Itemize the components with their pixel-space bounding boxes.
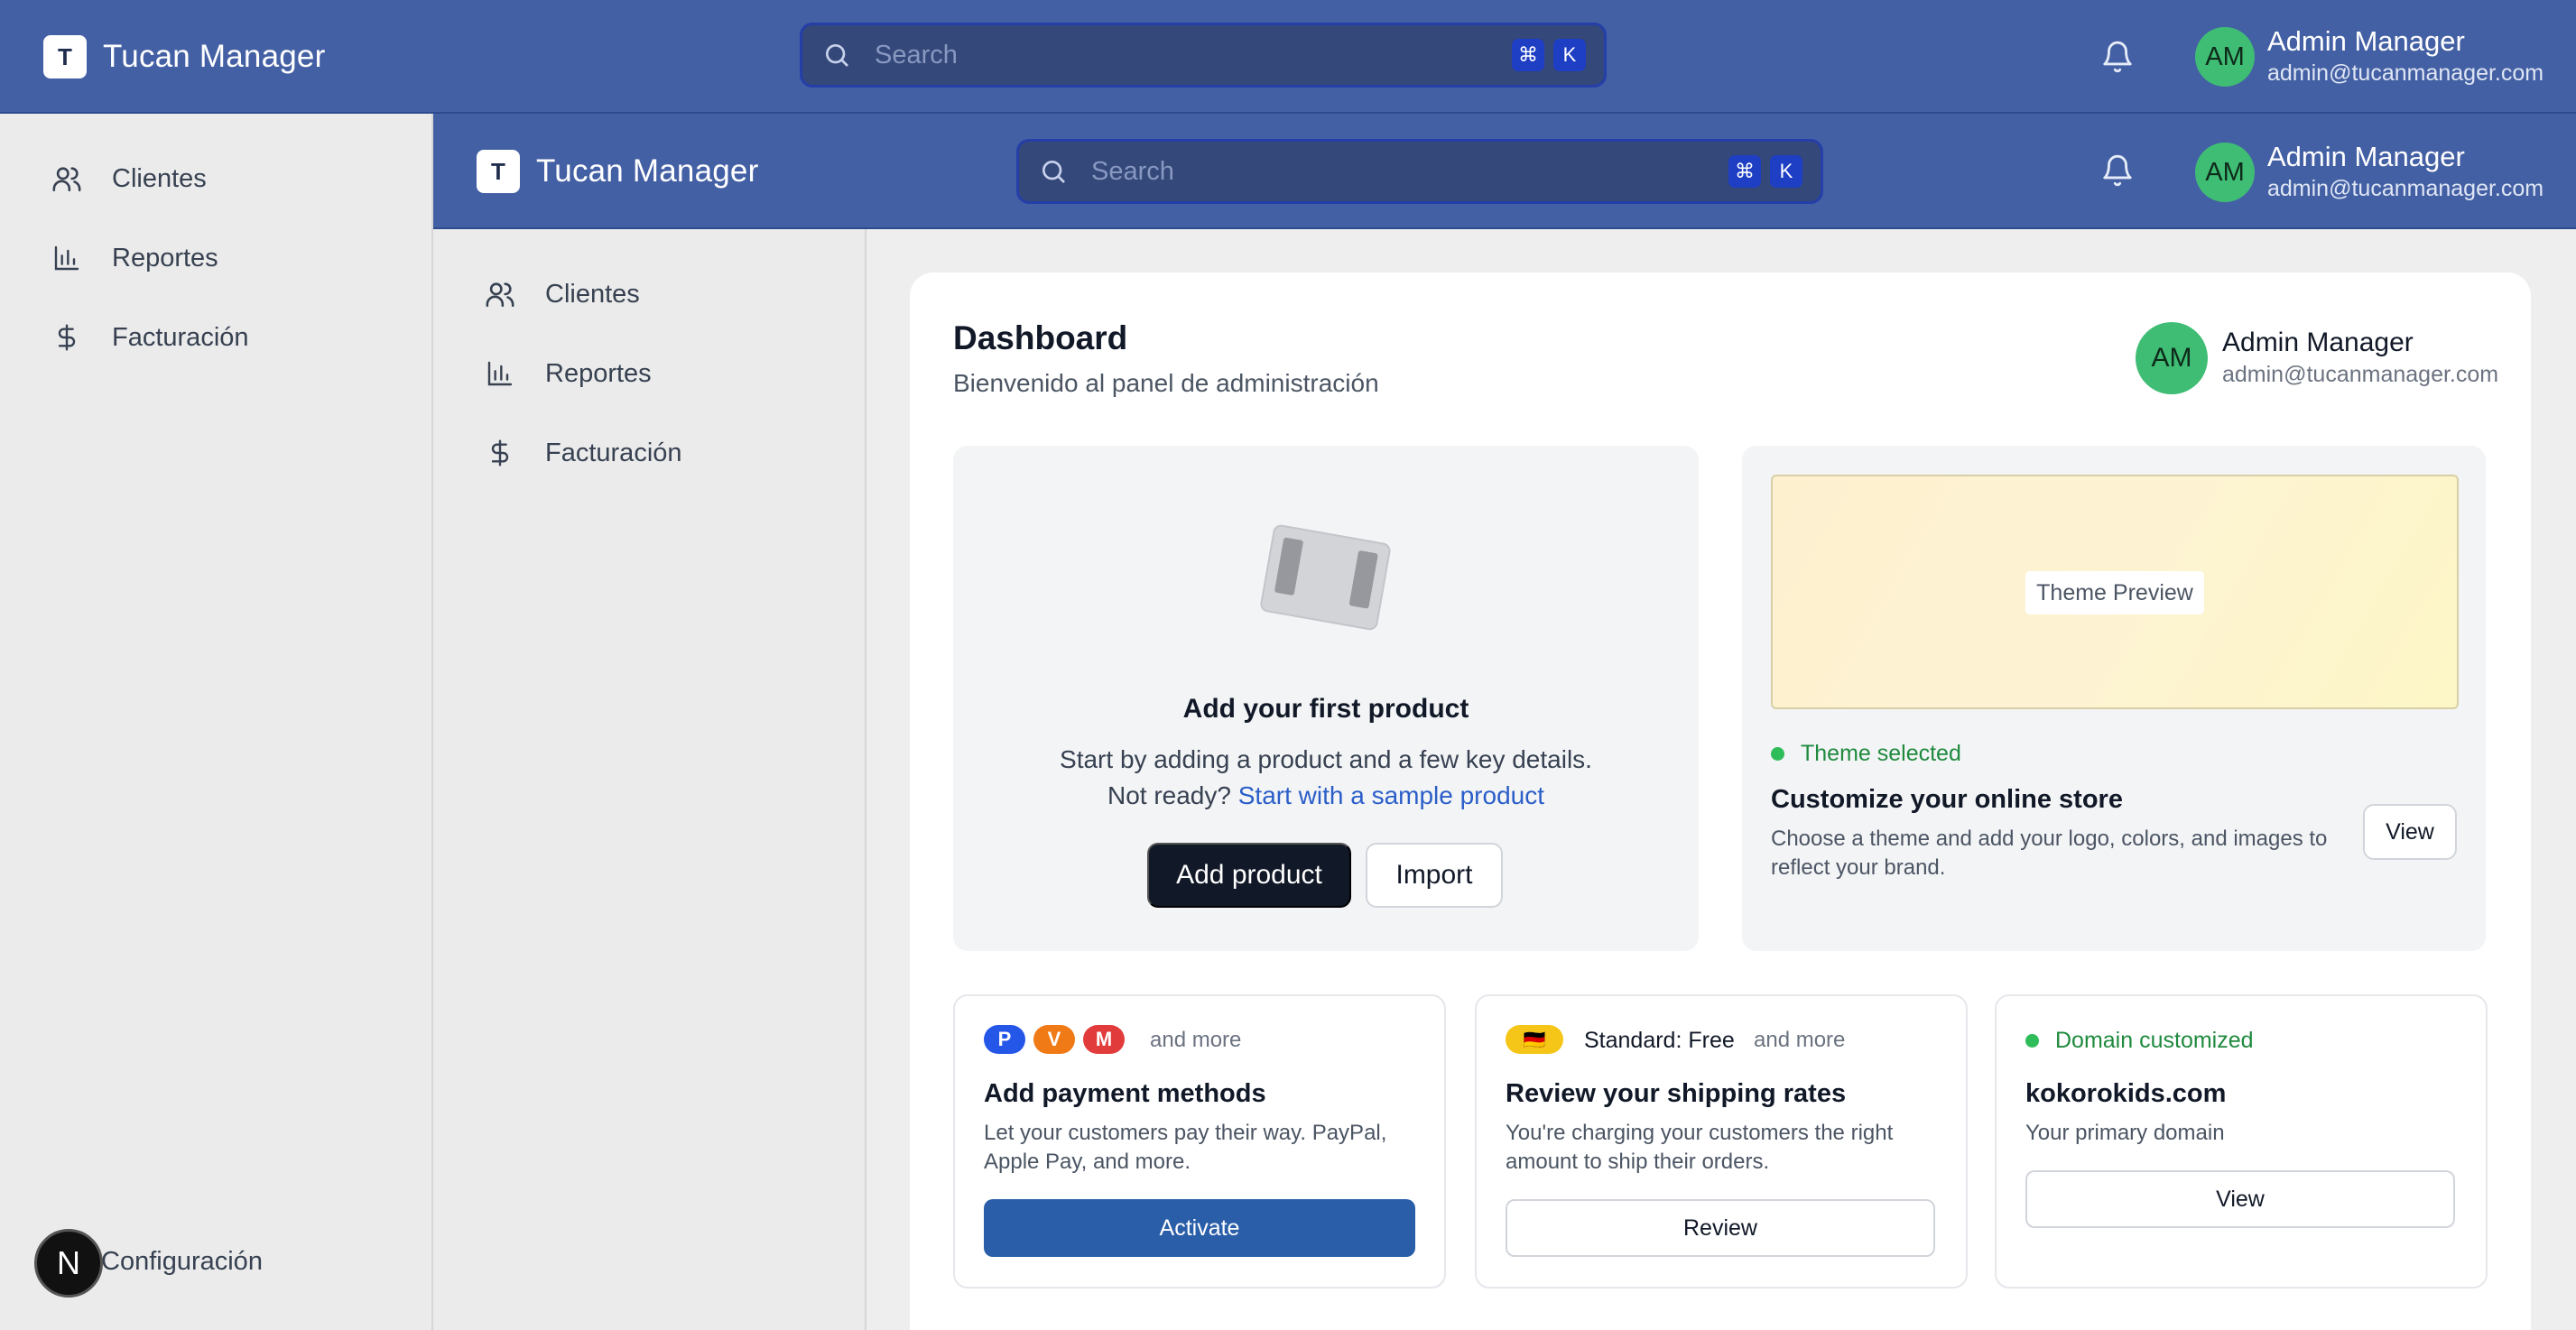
users-icon (482, 276, 518, 312)
bell-icon[interactable] (2098, 151, 2137, 190)
brand-name: Tucan Manager (536, 153, 759, 189)
search-input[interactable] (875, 40, 1503, 70)
user-menu[interactable]: AM Admin Manager admin@tucanmanager.com (2195, 25, 2544, 88)
product-box-icon (1260, 518, 1392, 636)
kbd-k-key: K (1770, 155, 1802, 188)
payment-desc: Let your customers pay their way. PayPal… (984, 1121, 1387, 1174)
avatar: AM (2136, 322, 2208, 394)
kbd-cmd-key: ⌘ (1512, 39, 1544, 71)
dashboard-user: AM Admin Manager admin@tucanmanager.com (2136, 322, 2498, 394)
paypal-badge: P (984, 1025, 1025, 1054)
users-icon (49, 161, 85, 197)
user-email: admin@tucanmanager.com (2267, 176, 2544, 201)
status-badge: Theme selected (1801, 741, 1961, 766)
brand-logo: T (43, 35, 87, 79)
payment-more: and more (1150, 1028, 1242, 1052)
sidebar-item-facturacion[interactable]: Facturación (49, 319, 249, 356)
sidebar-item-reportes[interactable]: Reportes (482, 356, 652, 392)
search-box[interactable]: ⌘ K (800, 23, 1607, 88)
avatar: AM (2195, 27, 2255, 87)
user-name: Admin Manager (2222, 328, 2414, 357)
search-input[interactable] (1091, 156, 1719, 187)
sidebar-item-label: Reportes (112, 243, 218, 272)
shipping-standard: Standard: Free (1584, 1028, 1735, 1053)
brand[interactable]: T Tucan Manager (477, 150, 758, 193)
user-menu[interactable]: AM Admin Manager admin@tucanmanager.com (2195, 141, 2544, 204)
dollar-icon (49, 319, 85, 356)
sidebar-item-configuracion[interactable]: Configuración (101, 1247, 263, 1277)
add-product-button[interactable]: Add product (1147, 843, 1351, 908)
product-desc: Start by adding a product and a few key … (1060, 745, 1592, 773)
next-dev-badge[interactable]: N (34, 1229, 103, 1298)
domain-title: kokorokids.com (2025, 1079, 2227, 1108)
theme-desc: Choose a theme and add your logo, colors… (1771, 827, 2328, 880)
domain-view-button[interactable]: View (2025, 1170, 2455, 1228)
shipping-desc: You're charging your customers the right… (1506, 1121, 1894, 1174)
sidebar-item-facturacion[interactable]: Facturación (482, 435, 682, 471)
bell-icon[interactable] (2098, 37, 2137, 77)
theme-status: Theme selected (1771, 741, 1961, 767)
payment-title: Add payment methods (984, 1079, 1266, 1108)
avatar: AM (2195, 143, 2255, 202)
theme-preview-label: Theme Preview (2025, 571, 2204, 614)
sidebar-item-clientes[interactable]: Clientes (482, 276, 640, 312)
shipping-more: and more (1754, 1028, 1846, 1052)
bar-chart-icon (482, 356, 518, 392)
brand-logo: T (477, 150, 520, 193)
domain-status: Domain customized (2025, 1028, 2254, 1054)
status-dot (1771, 747, 1784, 761)
top-header: T Tucan Manager ⌘ K AM Admin Manager adm… (0, 0, 2576, 114)
sidebar-item-label: Clientes (112, 163, 207, 193)
sidebar-item-label: Clientes (545, 279, 640, 309)
user-email: admin@tucanmanager.com (2267, 60, 2544, 86)
theme-view-button[interactable]: View (2363, 804, 2457, 860)
bar-chart-icon (49, 240, 85, 276)
brand-name: Tucan Manager (103, 39, 326, 74)
flag-badge: 🇩🇪 (1506, 1025, 1563, 1054)
sample-product-link[interactable]: Start with a sample product (1238, 781, 1544, 809)
domain-desc: Your primary domain (2025, 1121, 2225, 1145)
search-icon (1037, 155, 1070, 188)
theme-title: Customize your online store (1771, 785, 2123, 814)
kbd-cmd-key: ⌘ (1728, 155, 1761, 188)
page-title: Dashboard (953, 319, 1128, 356)
not-ready-text: Not ready? (1107, 781, 1231, 809)
sidebar-item-reportes[interactable]: Reportes (49, 240, 218, 276)
activate-button[interactable]: Activate (984, 1199, 1415, 1257)
status-dot (2025, 1034, 2039, 1048)
search-icon (820, 39, 853, 71)
sidebar-item-label: Reportes (545, 358, 652, 388)
sidebar-item-label: Configuración (101, 1247, 263, 1276)
brand[interactable]: T Tucan Manager (43, 35, 325, 79)
status-badge: Domain customized (2055, 1028, 2254, 1053)
dollar-icon (482, 435, 518, 471)
user-name: Admin Manager (2267, 25, 2465, 57)
sidebar (0, 114, 433, 1330)
mastercard-badge: M (1083, 1025, 1125, 1054)
shipping-title: Review your shipping rates (1506, 1079, 1847, 1108)
user-email: admin@tucanmanager.com (2222, 362, 2499, 387)
review-button[interactable]: Review (1506, 1199, 1935, 1257)
kbd-k-key: K (1553, 39, 1586, 71)
sidebar-item-clientes[interactable]: Clientes (49, 161, 207, 197)
page-subtitle: Bienvenido al panel de administración (953, 369, 1379, 397)
user-name: Admin Manager (2267, 141, 2465, 172)
search-box[interactable]: ⌘ K (1016, 139, 1823, 204)
product-title: Add your first product (1182, 694, 1469, 724)
sidebar (433, 229, 866, 1330)
visa-badge: V (1033, 1025, 1075, 1054)
sidebar-item-label: Facturación (545, 438, 682, 467)
product-not-ready: Not ready? Start with a sample product (953, 781, 1699, 810)
sidebar-item-label: Facturación (112, 322, 249, 352)
import-button[interactable]: Import (1366, 843, 1503, 908)
